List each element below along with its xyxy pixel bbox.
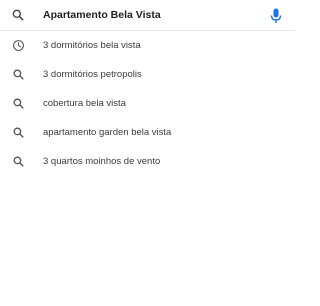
suggestion-list: 3 dormitórios bela vista 3 dormitórios p…	[0, 31, 295, 176]
suggestion-item[interactable]: 3 dormitórios petropolis	[0, 60, 295, 89]
suggestion-label: 3 dormitórios bela vista	[43, 40, 141, 51]
search-icon	[13, 156, 24, 167]
search-input[interactable]: Apartamento Bela Vista	[43, 9, 161, 22]
suggestion-item[interactable]: cobertura bela vista	[0, 89, 295, 118]
search-icon	[13, 69, 24, 80]
search-icon	[13, 127, 24, 138]
search-icon[interactable]	[11, 8, 25, 22]
suggestion-label: 3 quartos moinhos de vento	[43, 156, 161, 167]
suggestion-label: cobertura bela vista	[43, 98, 126, 109]
suggestion-item[interactable]: apartamento garden bela vista	[0, 118, 295, 147]
search-bar[interactable]: Apartamento Bela Vista	[0, 0, 295, 31]
search-icon	[13, 98, 24, 109]
suggestion-label: 3 dormitórios petropolis	[43, 69, 142, 80]
mic-icon[interactable]	[270, 8, 282, 24]
history-icon	[13, 40, 24, 51]
suggestion-item[interactable]: 3 dormitórios bela vista	[0, 31, 295, 60]
search-screen: Apartamento Bela Vista 3 dormitórios bel…	[0, 0, 295, 306]
suggestion-label: apartamento garden bela vista	[43, 127, 172, 138]
suggestion-item[interactable]: 3 quartos moinhos de vento	[0, 147, 295, 176]
